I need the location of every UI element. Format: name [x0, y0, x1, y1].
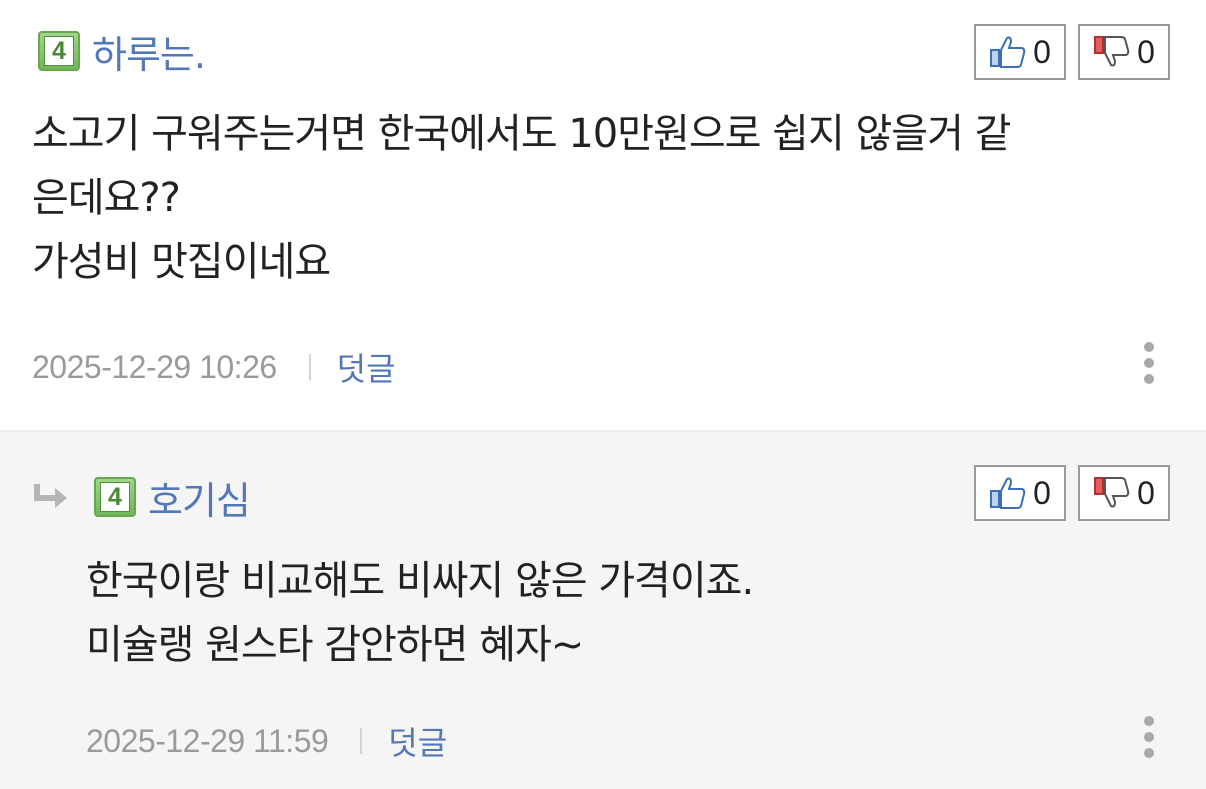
vote-buttons: 0 0 — [974, 465, 1170, 521]
thumbs-up-icon — [990, 477, 1026, 509]
dot — [1144, 716, 1154, 726]
comment-meta: 2025-12-29 10:26 덧글 — [32, 344, 396, 390]
like-count: 0 — [1033, 33, 1051, 70]
comment-body: 한국이랑 비교해도 비싸지 않은 가격이죠. 미슐랭 원스타 감안하면 혜자~ — [86, 549, 1166, 677]
reply-arrow-icon — [32, 477, 72, 517]
thumbs-down-icon — [1094, 36, 1130, 67]
dot — [1144, 732, 1154, 742]
like-count: 0 — [1033, 474, 1051, 511]
reply-link[interactable]: 덧글 — [337, 344, 396, 390]
dot — [1144, 342, 1154, 352]
dislike-button[interactable]: 0 — [1078, 24, 1170, 80]
level-number: 4 — [44, 36, 74, 66]
comment-line: 가성비 맛집이네요 — [32, 239, 331, 285]
comment-line: 미슐랭 원스타 감안하면 혜자~ — [86, 622, 584, 668]
dislike-count: 0 — [1137, 33, 1155, 70]
comment-meta: 2025-12-29 11:59 덧글 — [86, 718, 447, 764]
dislike-button[interactable]: 0 — [1078, 465, 1170, 521]
comment-line: 은데요?? — [32, 175, 181, 221]
divider — [360, 728, 363, 754]
comment-line: 소고기 구워주는거면 한국에서도 10만원으로 쉽지 않을거 같 — [32, 111, 1011, 157]
vote-buttons: 0 0 — [974, 24, 1170, 80]
dislike-count: 0 — [1137, 474, 1155, 511]
reply-comment: 4 호기심 0 0 한국이랑 비교해도 비싸지 않은 가격이죠. 미슐랭 원스타… — [0, 430, 1206, 789]
author-nickname[interactable]: 호기심 — [148, 470, 251, 525]
level-badge: 4 — [94, 477, 136, 517]
comment: 4 하루는. 0 0 소고기 구워주는거면 한국에서도 10만원으로 쉽지 않을… — [0, 0, 1206, 430]
more-vertical-icon[interactable] — [1134, 340, 1164, 386]
thumbs-up-icon — [990, 36, 1026, 68]
author-nickname[interactable]: 하루는. — [92, 24, 206, 79]
timestamp: 2025-12-29 10:26 — [32, 348, 277, 385]
thumbs-down-icon — [1094, 477, 1130, 508]
dot — [1144, 358, 1154, 368]
dot — [1144, 748, 1154, 758]
more-vertical-icon[interactable] — [1134, 714, 1164, 760]
dot — [1144, 374, 1154, 384]
level-badge: 4 — [38, 31, 80, 71]
timestamp: 2025-12-29 11:59 — [86, 722, 329, 759]
like-button[interactable]: 0 — [974, 465, 1066, 521]
level-number: 4 — [100, 482, 130, 512]
divider — [308, 354, 311, 380]
like-button[interactable]: 0 — [974, 24, 1066, 80]
comment-header: 4 호기심 — [32, 470, 251, 525]
comment-header: 4 하루는. — [38, 24, 206, 79]
reply-link[interactable]: 덧글 — [388, 718, 447, 764]
comment-body: 소고기 구워주는거면 한국에서도 10만원으로 쉽지 않을거 같 은데요?? 가… — [32, 102, 1172, 294]
comment-line: 한국이랑 비교해도 비싸지 않은 가격이죠. — [86, 558, 754, 604]
